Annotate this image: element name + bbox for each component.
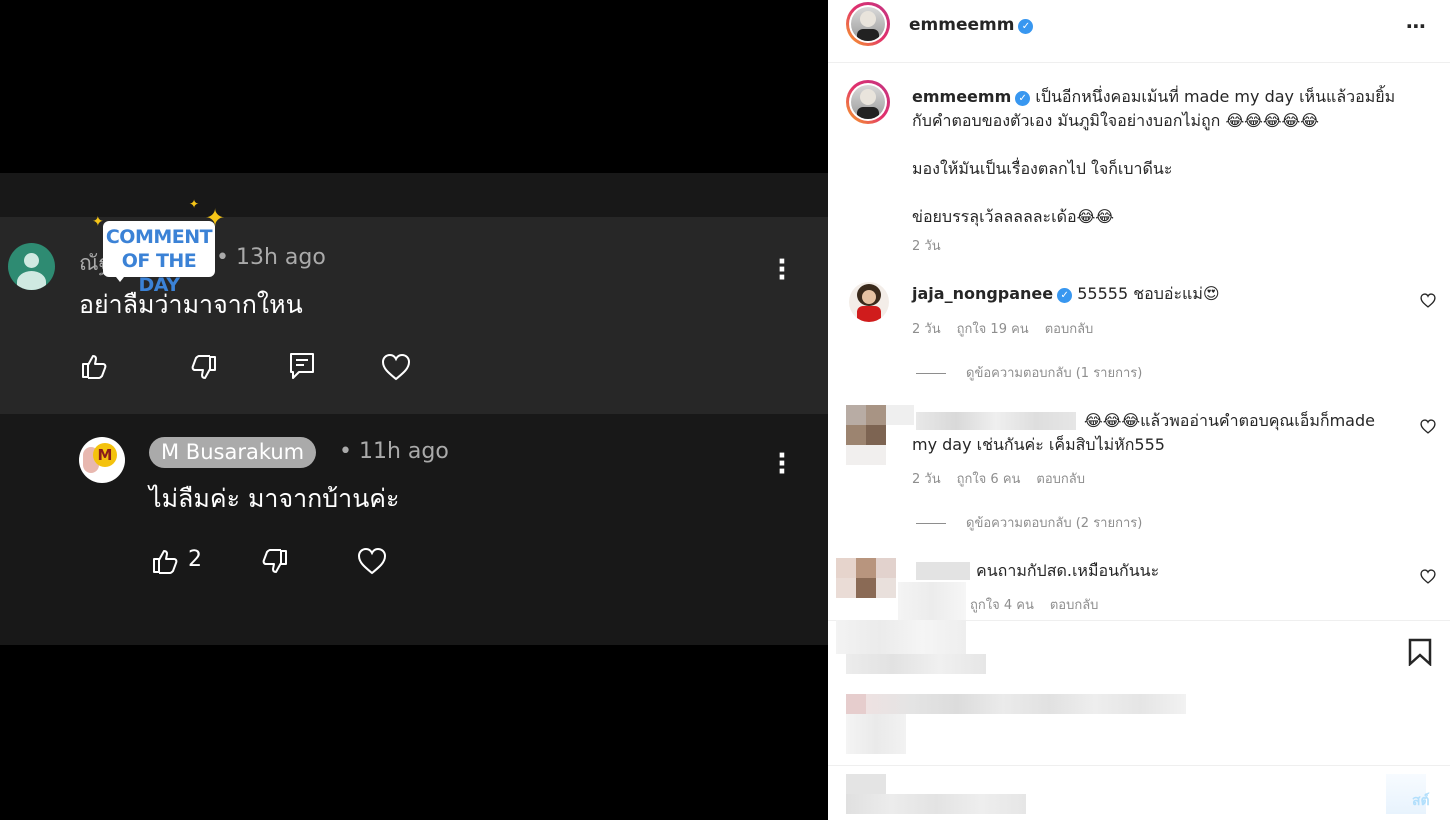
comment-time: • 11h ago (339, 439, 449, 464)
more-vert-icon[interactable]: · · · (777, 443, 787, 485)
comment-text: คนถามกัปสด.เหมือนกันนะ (976, 561, 1160, 580)
divider (828, 765, 1450, 766)
more-options-icon[interactable]: ⋯ (1406, 14, 1427, 38)
post-caption: emmeemm ✓ เป็นอีกหนึ่งคอมเม้นที่ made my … (912, 87, 1396, 226)
comment-time: • 13h ago (216, 245, 326, 270)
post-media: ณัฐ • 13h ago อย่าลืมว่ามาจากใหน ✦ ✦ ✦ C… (0, 0, 828, 820)
commenter-avatar: M (79, 437, 125, 483)
heart-icon[interactable] (381, 353, 411, 381)
reply-link[interactable]: ตอบกลับ (1050, 598, 1099, 613)
like-count: 2 (188, 547, 202, 572)
reply-link[interactable]: ตอบกลับ (1045, 322, 1094, 337)
comment-text: 😂😂😂แล้วพออ่านคำตอบคุณเอ็มก็made (1084, 411, 1375, 430)
thumbs-down-icon[interactable] (261, 548, 289, 576)
verified-badge-icon: ✓ (1018, 19, 1034, 34)
comment-text: my day เช่นกันค่ะ เค็มสิบไม่หัก555 (912, 435, 1165, 454)
caption-time: 2 วัน (912, 239, 941, 254)
pixelated-avatar (836, 558, 856, 578)
comment-meta: 2 วัน ถูกใจ 19 คน ตอบกลับ (912, 318, 1109, 339)
pixelated-block (898, 582, 966, 620)
reply-icon[interactable] (289, 352, 315, 380)
author-avatar[interactable] (846, 2, 890, 46)
pixelated-avatar-block (856, 578, 876, 598)
thumbs-up-icon[interactable] (80, 352, 108, 380)
pixelated-avatar-block (846, 425, 866, 445)
creator-badge: M Busarakum (149, 437, 317, 468)
sticker-tail (112, 272, 128, 282)
post-comment-button[interactable]: สต์ (1412, 790, 1430, 812)
view-replies-link[interactable]: ดูข้อความตอบกลับ (2 รายการ) (916, 512, 1142, 533)
pixelated-actions (846, 654, 986, 674)
header-username[interactable]: emmeemm ✓ (909, 15, 1034, 35)
comment-time: 2 วัน (912, 322, 941, 337)
reply-link[interactable]: ตอบกลับ (1036, 472, 1085, 487)
commenter-avatar[interactable] (849, 282, 889, 322)
bookmark-icon[interactable] (1408, 638, 1432, 666)
like-heart-icon[interactable] (1420, 569, 1436, 584)
like-heart-icon[interactable] (1420, 419, 1436, 434)
more-vert-icon[interactable]: · · · (777, 249, 787, 291)
pixelated-avatar-block (876, 578, 896, 598)
thumbs-up-icon[interactable] (151, 547, 179, 575)
thumbs-down-icon[interactable] (190, 354, 218, 382)
caption-avatar[interactable] (846, 80, 890, 124)
comment-meta: 2 วัน ถูกใจ 6 คน ตอบกลับ (912, 468, 1101, 489)
pixelated-avatar-block (866, 425, 886, 445)
post-header: emmeemm ✓ ⋯ (828, 0, 1450, 63)
pixelated-avatar-block (856, 558, 876, 578)
comment-username[interactable]: jaja_nongpanee (912, 284, 1053, 303)
pixelated-username (916, 412, 1076, 430)
pixelated-avatar-block (886, 405, 914, 425)
comments-panel: emmeemm ✓ ⋯ emmeemm ✓ เป็นอีกหนึ่งคอมเม้นท… (828, 0, 1450, 820)
comment-of-the-day-sticker: COMMENT OF THE DAY (103, 221, 215, 296)
sparkle-icon: ✦ (92, 214, 104, 230)
heart-icon[interactable] (357, 547, 387, 575)
pixelated-avatar-block (866, 405, 886, 425)
view-replies-link[interactable]: ดูข้อความตอบกลับ (1 รายการ) (916, 362, 1142, 383)
like-heart-icon[interactable] (1420, 293, 1436, 308)
pixelated-comment-input (846, 794, 1026, 814)
pixelated-actions (836, 620, 966, 654)
pixelated-likes (846, 694, 866, 714)
pixelated-likes (866, 694, 1186, 714)
caption-username[interactable]: emmeemm (912, 87, 1011, 106)
default-avatar (8, 243, 55, 290)
pixelated-avatar-block (876, 558, 896, 578)
comment-meta: ถูกใจ 4 คน ตอบกลับ (970, 594, 1114, 615)
comment-text: ไม่ลืมค่ะ มาจากบ้านค่ะ (149, 484, 400, 513)
comment-time: 2 วัน (912, 472, 941, 487)
pixelated-comment-input (846, 774, 886, 794)
pixelated-username (916, 562, 970, 580)
pixelated-avatar-block (836, 578, 856, 598)
sparkle-icon: ✦ (189, 197, 200, 211)
verified-badge-icon: ✓ (1015, 91, 1031, 106)
comment-likes[interactable]: ถูกใจ 4 คน (970, 598, 1034, 613)
comment-likes[interactable]: ถูกใจ 6 คน (957, 472, 1021, 487)
pixelated-avatar (846, 405, 866, 425)
verified-badge-icon: ✓ (1057, 288, 1073, 303)
comment-likes[interactable]: ถูกใจ 19 คน (957, 322, 1029, 337)
pixelated-date (846, 714, 906, 754)
pixelated-avatar-block (846, 445, 886, 465)
comment-body: jaja_nongpanee ✓ 55555 ชอบอ่ะแม่😍 (912, 284, 1220, 303)
